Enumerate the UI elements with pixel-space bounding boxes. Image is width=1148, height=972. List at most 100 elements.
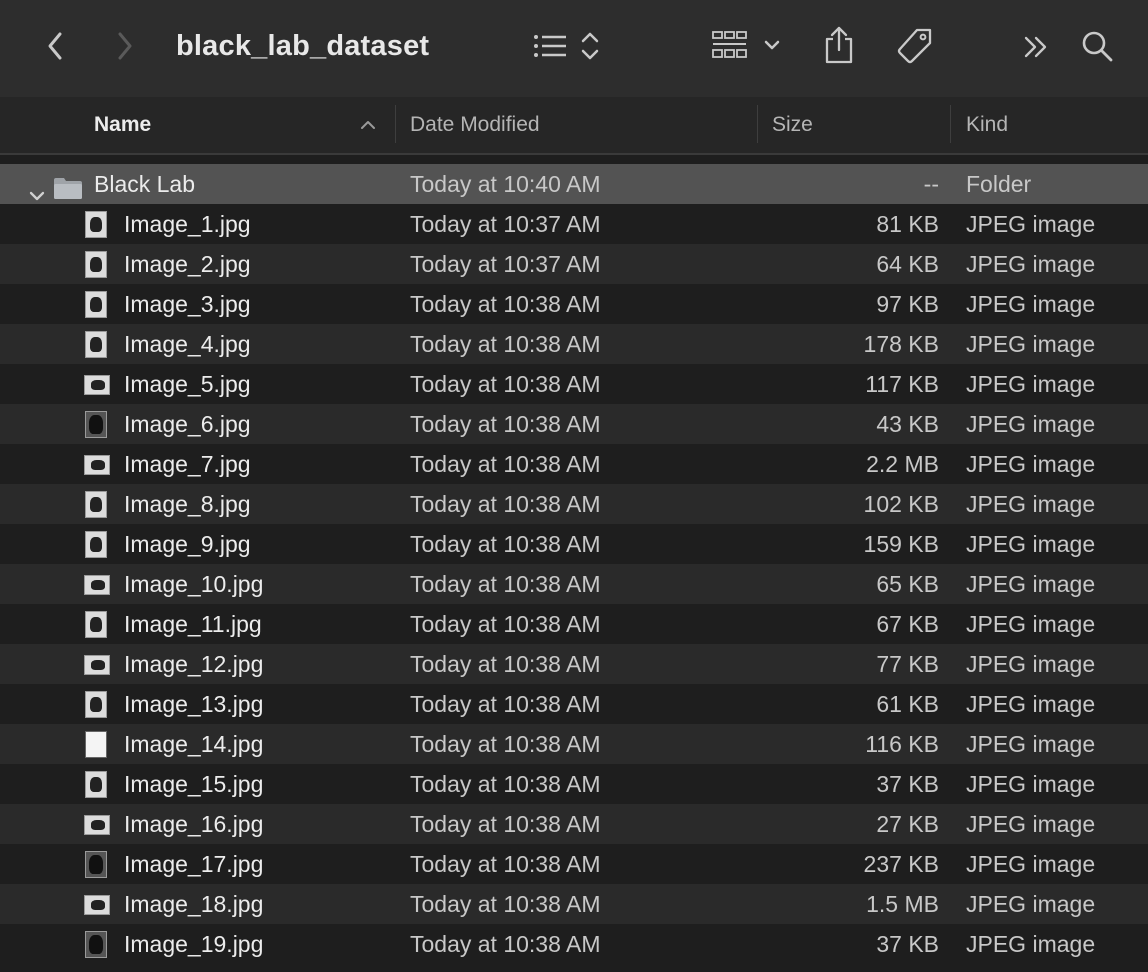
file-name: Image_8.jpg: [124, 491, 251, 517]
file-name: Image_11.jpg: [124, 611, 262, 637]
file-date-modified: Today at 10:37 AM: [410, 211, 601, 237]
file-row[interactable]: Image_19.jpg Today at 10:38 AM 37 KB JPEG i…: [0, 924, 1148, 964]
folder-row[interactable]: Black Lab Today at 10:40 AM -- Folder: [0, 164, 1148, 204]
file-date-modified: Today at 10:37 AM: [410, 251, 601, 277]
file-kind: Folder: [966, 171, 1032, 197]
file-size: 116 KB: [865, 731, 939, 757]
file-name: Image_12.jpg: [124, 651, 264, 677]
file-name: Image_17.jpg: [124, 851, 264, 877]
file-row[interactable]: Image_18.jpg Today at 10:38 AM 1.5 MB JPEG …: [0, 884, 1148, 924]
file-name: Black Lab: [94, 171, 196, 197]
file-kind: JPEG image: [966, 811, 1096, 837]
file-kind: JPEG image: [966, 331, 1096, 357]
file-kind: JPEG image: [966, 651, 1096, 677]
file-kind: JPEG image: [966, 251, 1096, 277]
file-kind: JPEG image: [966, 731, 1096, 757]
image-thumbnail-icon: [84, 575, 110, 595]
column-divider[interactable]: [395, 105, 396, 143]
file-name: Image_1.jpg: [124, 211, 251, 237]
file-list: Black Lab Today at 10:40 AM -- Folder Im…: [0, 164, 1148, 964]
list-view-icon[interactable]: [528, 28, 604, 64]
file-date-modified: Today at 10:38 AM: [410, 331, 601, 357]
file-name: Image_4.jpg: [124, 331, 251, 357]
file-row[interactable]: Image_15.jpg Today at 10:38 AM 37 KB JPEG i…: [0, 764, 1148, 804]
file-date-modified: Today at 10:38 AM: [410, 771, 601, 797]
search-icon[interactable]: [1078, 26, 1116, 66]
file-row[interactable]: Image_7.jpg Today at 10:38 AM 2.2 MB JPEG i…: [0, 444, 1148, 484]
image-thumbnail-icon: [85, 931, 107, 958]
file-date-modified: Today at 10:38 AM: [410, 371, 601, 397]
file-row[interactable]: Image_9.jpg Today at 10:38 AM 159 KB JPEG i…: [0, 524, 1148, 564]
file-row[interactable]: Image_1.jpg Today at 10:37 AM 81 KB JPEG im…: [0, 204, 1148, 244]
file-kind: JPEG image: [966, 291, 1096, 317]
file-row[interactable]: Image_12.jpg Today at 10:38 AM 77 KB JPEG i…: [0, 644, 1148, 684]
column-divider[interactable]: [757, 105, 758, 143]
image-thumbnail-icon: [85, 211, 107, 238]
file-date-modified: Today at 10:38 AM: [410, 451, 601, 477]
file-row[interactable]: Image_2.jpg Today at 10:37 AM 64 KB JPEG im…: [0, 244, 1148, 284]
forward-chevron-icon[interactable]: [110, 28, 140, 64]
image-thumbnail-icon: [85, 411, 107, 438]
file-row[interactable]: Image_16.jpg Today at 10:38 AM 27 KB JPEG i…: [0, 804, 1148, 844]
file-name: Image_7.jpg: [124, 451, 251, 477]
file-row[interactable]: Image_11.jpg Today at 10:38 AM 67 KB JPEG i…: [0, 604, 1148, 644]
file-date-modified: Today at 10:38 AM: [410, 491, 601, 517]
column-header-kind[interactable]: Kind: [966, 97, 1008, 153]
group-by-icon[interactable]: [710, 28, 784, 64]
file-size: 61 KB: [876, 691, 939, 717]
tag-icon[interactable]: [894, 26, 936, 66]
column-header-size[interactable]: Size: [772, 97, 813, 153]
file-size: 97 KB: [876, 291, 939, 317]
back-chevron-icon[interactable]: [40, 28, 70, 64]
file-size: 2.2 MB: [866, 451, 939, 477]
image-thumbnail-icon: [85, 691, 107, 718]
file-kind: JPEG image: [966, 891, 1096, 917]
file-size: 64 KB: [876, 251, 939, 277]
file-name: Image_16.jpg: [124, 811, 264, 837]
file-row[interactable]: Image_4.jpg Today at 10:38 AM 178 KB JPEG i…: [0, 324, 1148, 364]
file-size: 67 KB: [876, 611, 939, 637]
file-date-modified: Today at 10:38 AM: [410, 931, 601, 957]
file-size: --: [923, 171, 939, 197]
file-date-modified: Today at 10:38 AM: [410, 891, 601, 917]
column-header-bar: Name Date Modified Size Kind: [0, 97, 1148, 155]
image-thumbnail-icon: [84, 815, 110, 835]
file-date-modified: Today at 10:38 AM: [410, 731, 601, 757]
file-row[interactable]: Image_17.jpg Today at 10:38 AM 237 KB JPEG …: [0, 844, 1148, 884]
file-kind: JPEG image: [966, 531, 1096, 557]
file-size: 65 KB: [876, 571, 939, 597]
file-name: Image_9.jpg: [124, 531, 251, 557]
file-name: Image_19.jpg: [124, 931, 264, 957]
file-size: 43 KB: [876, 411, 939, 437]
image-thumbnail-icon: [85, 531, 107, 558]
file-kind: JPEG image: [966, 851, 1096, 877]
image-thumbnail-icon: [85, 251, 107, 278]
file-kind: JPEG image: [966, 371, 1096, 397]
file-row[interactable]: Image_5.jpg Today at 10:38 AM 117 KB JPEG i…: [0, 364, 1148, 404]
file-row[interactable]: Image_6.jpg Today at 10:38 AM 43 KB JPEG im…: [0, 404, 1148, 444]
file-row[interactable]: Image_14.jpg Today at 10:38 AM 116 KB JPEG …: [0, 724, 1148, 764]
image-thumbnail-icon: [85, 851, 107, 878]
image-thumbnail-icon: [85, 291, 107, 318]
image-thumbnail-icon: [85, 731, 107, 758]
share-icon[interactable]: [820, 24, 858, 66]
more-overflow-icon[interactable]: [1018, 30, 1054, 64]
file-kind: JPEG image: [966, 931, 1096, 957]
file-name: Image_3.jpg: [124, 291, 251, 317]
file-name: Image_5.jpg: [124, 371, 251, 397]
file-row[interactable]: Image_8.jpg Today at 10:38 AM 102 KB JPEG i…: [0, 484, 1148, 524]
file-date-modified: Today at 10:38 AM: [410, 571, 601, 597]
image-thumbnail-icon: [85, 771, 107, 798]
file-kind: JPEG image: [966, 211, 1096, 237]
file-kind: JPEG image: [966, 491, 1096, 517]
file-name: Image_13.jpg: [124, 691, 264, 717]
file-row[interactable]: Image_3.jpg Today at 10:38 AM 97 KB JPEG im…: [0, 284, 1148, 324]
column-header-name[interactable]: Name: [94, 97, 151, 153]
column-divider[interactable]: [950, 105, 951, 143]
file-row[interactable]: Image_10.jpg Today at 10:38 AM 65 KB JPEG i…: [0, 564, 1148, 604]
image-thumbnail-icon: [85, 331, 107, 358]
image-thumbnail-icon: [85, 611, 107, 638]
file-date-modified: Today at 10:38 AM: [410, 531, 601, 557]
file-row[interactable]: Image_13.jpg Today at 10:38 AM 61 KB JPEG i…: [0, 684, 1148, 724]
column-header-date-modified[interactable]: Date Modified: [410, 97, 540, 153]
